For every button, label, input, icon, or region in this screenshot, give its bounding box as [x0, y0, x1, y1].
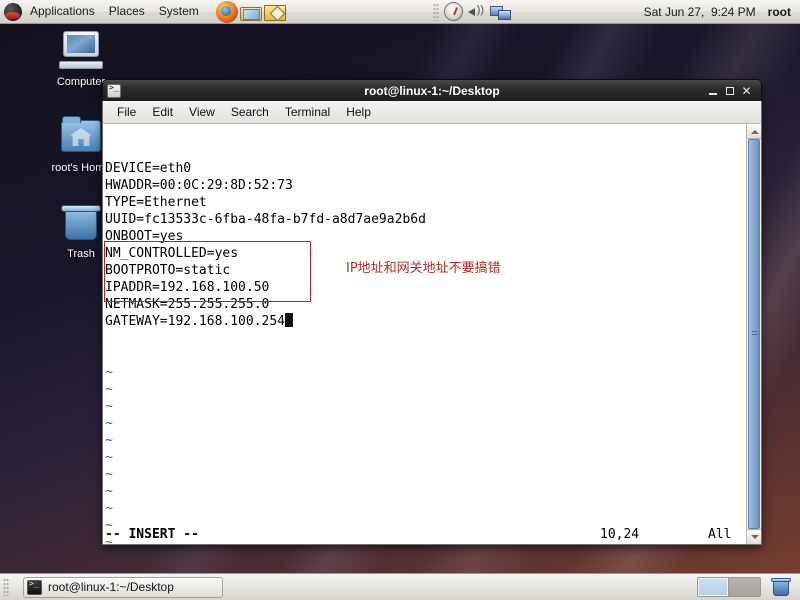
vim-tilde-line: ~	[105, 382, 113, 397]
vim-line: DEVICE=eth0	[105, 161, 192, 176]
scroll-down-icon[interactable]	[747, 529, 761, 544]
vim-line: IPADDR=192.168.100.50	[105, 280, 270, 295]
vim-line: TYPE=Ethernet	[105, 195, 207, 210]
top-panel: Applications Places System Sat Jun 27, 9…	[0, 0, 800, 24]
vim-tilde-line: ~	[105, 501, 113, 516]
trash-applet-icon[interactable]	[771, 577, 791, 597]
vim-line: UUID=fc13533c-6fba-48fa-b7fd-a8d7ae9a2b6…	[105, 212, 426, 227]
menu-applications[interactable]: Applications	[23, 0, 102, 23]
trash-icon	[57, 202, 105, 246]
text-editor-icon[interactable]	[263, 5, 286, 21]
vim-cursor-position: 10,24	[600, 527, 640, 542]
workspace-switcher[interactable]	[697, 577, 761, 597]
vim-tilde-line: ~	[105, 399, 113, 414]
terminal-window[interactable]: root@linux-1:~/Desktop ✕ File Edit View …	[102, 79, 762, 545]
terminal-icon	[27, 579, 42, 595]
terminal-scrollbar[interactable]	[746, 124, 761, 544]
maximize-button[interactable]	[721, 82, 738, 99]
desktop-icon-label: Trash	[67, 248, 95, 260]
vim-tilde-line: ~	[105, 450, 113, 465]
scrollbar-track[interactable]	[747, 139, 761, 529]
terminal-menubar: File Edit View Search Terminal Help	[102, 101, 762, 124]
workspace-1[interactable]	[698, 578, 729, 596]
menu-places[interactable]: Places	[102, 0, 152, 23]
vim-line: HWADDR=00:0C:29:8D:52:73	[105, 178, 293, 193]
terminal-icon	[107, 83, 121, 98]
annotation-text: IP地址和网关地址不要搞错	[346, 261, 501, 276]
menu-help[interactable]: Help	[338, 101, 379, 123]
vim-empty-lines: ~~~~~~~~~~~~~	[105, 364, 746, 544]
close-icon[interactable]: ✕	[738, 82, 755, 99]
bottom-panel: root@linux-1:~/Desktop	[0, 573, 800, 600]
menu-terminal[interactable]: Terminal	[277, 101, 338, 123]
evolution-mail-icon[interactable]	[239, 6, 262, 21]
system-monitor-icon[interactable]	[443, 2, 463, 21]
vim-tilde-line: ~	[105, 467, 113, 482]
vim-line: ONBOOT=yes	[105, 229, 184, 244]
text-cursor	[285, 313, 294, 327]
home-folder-icon	[57, 116, 105, 160]
menu-system[interactable]: System	[152, 0, 206, 23]
vim-editor-area[interactable]: DEVICE=eth0 HWADDR=00:0C:29:8D:52:73 TYPE=…	[103, 124, 746, 544]
vim-tilde-line: ~	[105, 416, 113, 431]
workspace-2[interactable]	[729, 578, 760, 596]
redhat-logo-icon[interactable]	[4, 2, 22, 21]
vim-line: NETMASK=255.255.255.0	[105, 297, 270, 312]
vim-text-lines: DEVICE=eth0 HWADDR=00:0C:29:8D:52:73 TYPE=…	[105, 160, 746, 330]
panel-grip[interactable]	[3, 578, 9, 596]
computer-icon	[57, 30, 105, 74]
vim-tilde-line: ~	[105, 365, 113, 380]
menu-file[interactable]: File	[109, 101, 144, 123]
volume-icon[interactable]	[465, 1, 487, 23]
vim-mode-indicator: -- INSERT --	[105, 527, 199, 542]
terminal-body[interactable]: DEVICE=eth0 HWADDR=00:0C:29:8D:52:73 TYPE=…	[102, 124, 762, 545]
vim-scroll-indicator: All	[708, 527, 732, 542]
firefox-icon[interactable]	[215, 0, 238, 23]
network-icon[interactable]	[489, 1, 511, 23]
user-menu[interactable]: root	[760, 5, 800, 19]
scrollbar-thumb[interactable]	[748, 139, 760, 529]
vim-tilde-line: ~	[105, 484, 113, 499]
minimize-button[interactable]	[704, 82, 721, 99]
desktop-icon-label: Computer	[56, 76, 106, 88]
menu-edit[interactable]: Edit	[144, 101, 181, 123]
vim-status-line: -- INSERT -- 10,24 All	[103, 525, 746, 544]
window-title: root@linux-1:~/Desktop	[364, 83, 500, 98]
vim-line: GATEWAY=192.168.100.254	[105, 313, 746, 330]
scroll-up-icon[interactable]	[747, 124, 761, 139]
window-titlebar[interactable]: root@linux-1:~/Desktop ✕	[102, 79, 762, 101]
taskbar-window-label: root@linux-1:~/Desktop	[48, 580, 174, 594]
clock[interactable]: Sat Jun 27, 9:24 PM	[644, 5, 760, 19]
window-controls: ✕	[704, 82, 761, 99]
tray-grip[interactable]	[432, 2, 439, 21]
menu-view[interactable]: View	[181, 101, 223, 123]
menu-search[interactable]: Search	[223, 101, 277, 123]
taskbar-window-button[interactable]: root@linux-1:~/Desktop	[23, 576, 223, 598]
vim-tilde-line: ~	[105, 433, 113, 448]
